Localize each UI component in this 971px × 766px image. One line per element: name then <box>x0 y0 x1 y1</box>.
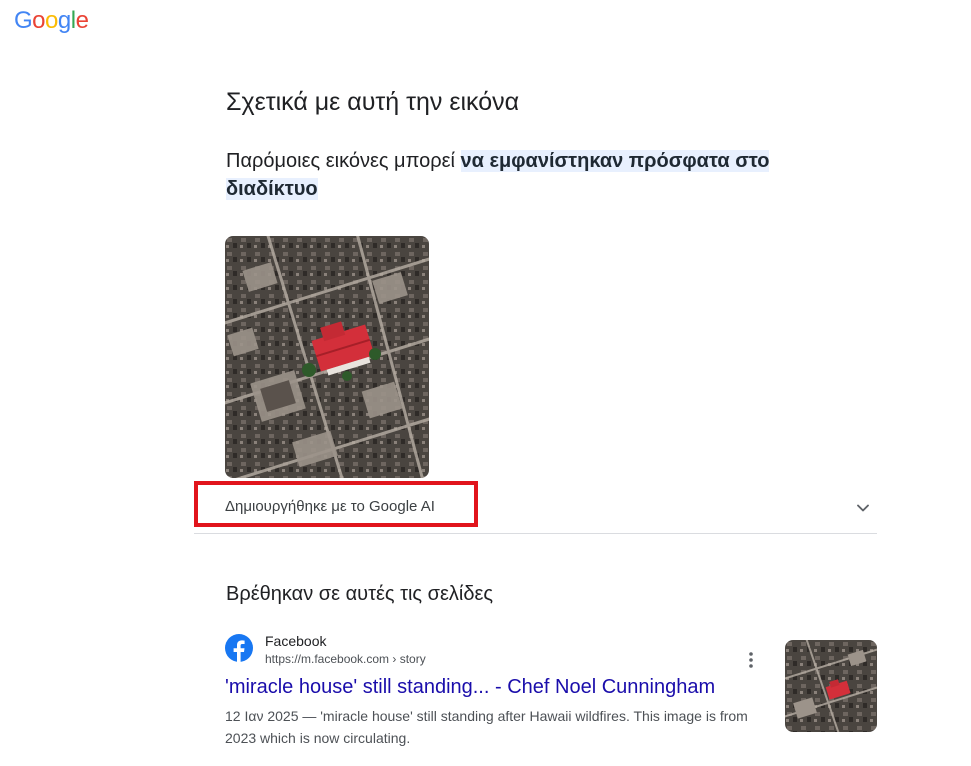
result-url: https://m.facebook.com › story <box>265 652 426 666</box>
result-thumbnail[interactable] <box>785 640 877 732</box>
logo-letter: G <box>14 7 33 34</box>
search-result: Facebook https://m.facebook.com › story … <box>225 630 877 750</box>
page-title: Σχετικά με αυτή την εικόνα <box>226 88 520 116</box>
subtitle-text: Παρόμοιες εικόνες μπορεί <box>226 150 461 172</box>
logo-letter: g <box>57 7 71 34</box>
aerial-burned-neighborhood-image <box>225 236 429 478</box>
result-site-name: Facebook <box>265 633 327 649</box>
similar-images-subtitle: Παρόμοιες εικόνες μπορεί να εμφανίστηκαν… <box>226 147 866 203</box>
found-on-pages-heading: Βρέθηκαν σε αυτές τις σελίδες <box>226 583 494 605</box>
google-logo[interactable]: Google <box>14 7 89 35</box>
ai-generated-label: Δημιουργήθηκε με το Google AI <box>225 498 435 515</box>
logo-letter: o <box>45 7 58 34</box>
chevron-down-icon[interactable] <box>853 498 873 518</box>
result-title-link[interactable]: 'miracle house' still standing... - Chef… <box>225 675 715 699</box>
page: Google Σχετικά με αυτή την εικόνα Παρόμο… <box>0 0 971 766</box>
more-options-icon[interactable] <box>745 650 757 670</box>
result-snippet: 12 Ιαν 2025 — 'miracle house' still stan… <box>225 708 748 746</box>
facebook-icon[interactable] <box>225 634 253 662</box>
aerial-image[interactable] <box>225 236 429 478</box>
logo-letter: o <box>32 7 46 34</box>
result-thumbnail-image <box>785 640 877 732</box>
ai-generated-row[interactable]: Δημιουργήθηκε με το Google AI <box>194 481 877 534</box>
logo-letter: e <box>75 7 89 34</box>
